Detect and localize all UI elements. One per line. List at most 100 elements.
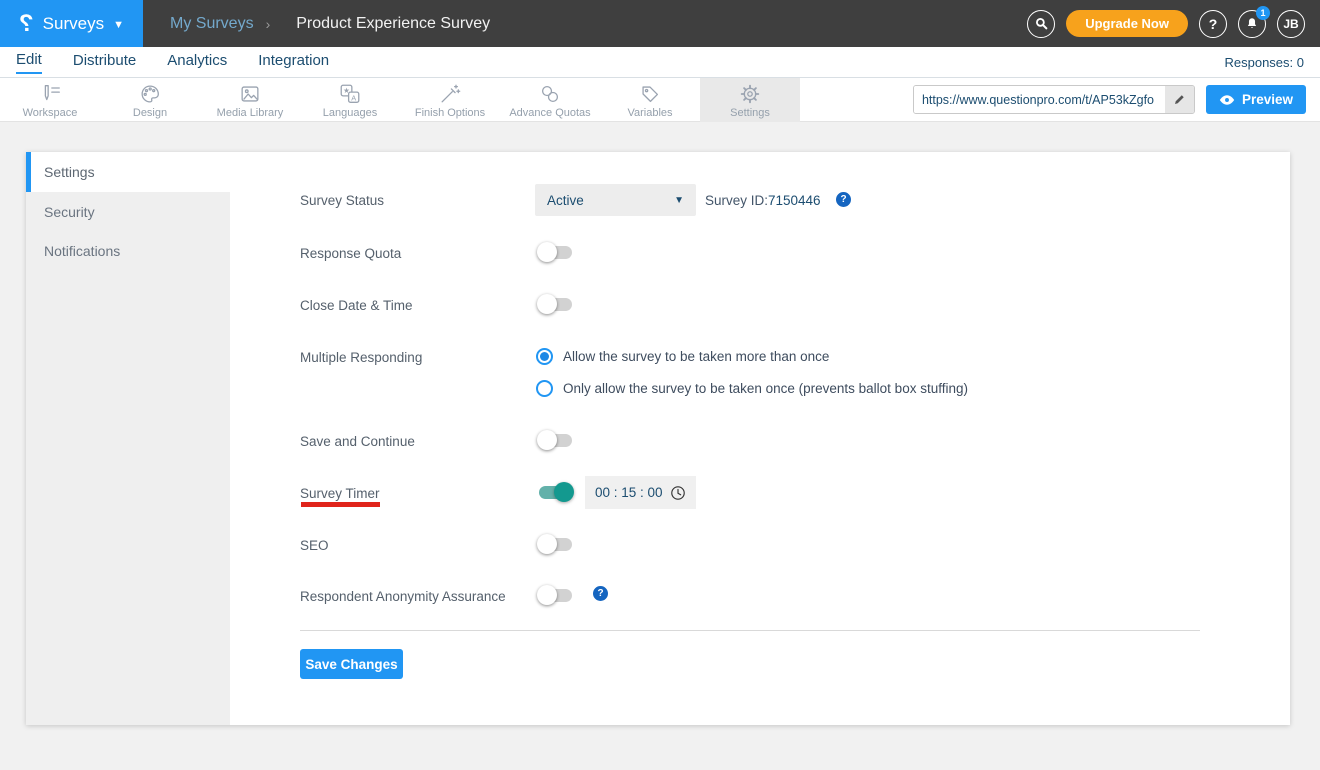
save-changes-button[interactable]: Save Changes <box>300 649 403 679</box>
toolbar-item-finish-options[interactable]: Finish Options <box>400 78 500 122</box>
eye-icon <box>1219 94 1235 105</box>
close-date-toggle[interactable] <box>537 294 572 314</box>
toolbar-item-variables[interactable]: Variables <box>600 78 700 122</box>
design-icon <box>141 85 159 102</box>
response-quota-toggle[interactable] <box>537 242 572 262</box>
sidebar-item-security[interactable]: Security <box>26 192 230 231</box>
clock-icon <box>671 485 685 500</box>
preview-button[interactable]: Preview <box>1205 85 1306 114</box>
annotation-red-underline <box>301 502 380 507</box>
settings-panel: Settings Security Notifications Survey S… <box>26 152 1290 725</box>
radio-label: Allow the survey to be taken more than o… <box>563 349 830 364</box>
anonymity-toggle[interactable] <box>537 585 572 605</box>
settings-form: Survey Status Active ▼ Survey ID: 715044… <box>230 152 1290 725</box>
tab-integration[interactable]: Integration <box>258 52 329 73</box>
chevron-down-icon: ▼ <box>113 18 124 31</box>
toolbar-label: Settings <box>730 106 770 119</box>
sidebar-item-notifications[interactable]: Notifications <box>26 231 230 270</box>
upgrade-now-button[interactable]: Upgrade Now <box>1066 10 1188 37</box>
survey-id-value: 7150446 <box>768 193 821 208</box>
survey-status-label: Survey Status <box>300 193 385 208</box>
avatar-initials: JB <box>1283 16 1299 31</box>
pencil-icon <box>1174 95 1184 104</box>
section-tabs: Edit Distribute Analytics Integration Re… <box>0 47 1320 78</box>
search-button[interactable] <box>1027 9 1056 38</box>
radio-only-once[interactable]: Only allow the survey to be taken once (… <box>536 380 968 397</box>
advance-quotas-icon <box>541 85 559 102</box>
survey-timer-label: Survey Timer <box>300 486 380 501</box>
toolbar-item-design[interactable]: Design <box>100 78 200 122</box>
sidebar-item-label: Notifications <box>44 242 121 259</box>
toolbar-item-settings[interactable]: Settings <box>700 78 800 122</box>
anonymity-help-icon[interactable]: ? <box>593 586 608 601</box>
sidebar-item-label: Security <box>44 203 95 220</box>
finish-options-icon <box>441 84 461 102</box>
toolbar-label: Finish Options <box>414 106 486 119</box>
toolbar-label: Media Library <box>216 106 284 119</box>
toolbar-label: Languages <box>322 106 378 119</box>
breadcrumb-my-surveys[interactable]: My Surveys <box>170 15 254 33</box>
form-divider <box>300 630 1200 631</box>
breadcrumb-separator: › <box>265 15 271 32</box>
page-title: Product Experience Survey <box>296 14 491 32</box>
anonymity-label: Respondent Anonymity Assurance <box>300 589 506 604</box>
toolbar-item-languages[interactable]: ★ A Languages <box>300 78 400 122</box>
radio-allow-multiple[interactable]: Allow the survey to be taken more than o… <box>536 348 829 365</box>
response-quota-label: Response Quota <box>300 246 402 261</box>
survey-timer-value: 00 : 15 : 00 <box>595 485 663 500</box>
survey-url-box <box>912 85 1195 114</box>
edit-toolbar: Workspace Design Media Library ★ A Langu… <box>0 78 1320 122</box>
edit-url-button[interactable] <box>1164 86 1194 113</box>
questionpro-logo-icon: ? <box>19 9 34 37</box>
survey-timer-toggle[interactable] <box>539 482 574 502</box>
product-label: Surveys <box>42 13 105 33</box>
survey-url-input[interactable] <box>913 86 1165 113</box>
radio-unselected-icon <box>536 380 553 397</box>
toolbar-item-workspace[interactable]: Workspace <box>0 78 100 122</box>
toolbar-label: Design <box>132 106 168 119</box>
svg-text:A: A <box>351 93 356 102</box>
sidebar-item-settings[interactable]: Settings <box>26 152 230 192</box>
product-switcher[interactable]: ? Surveys ▼ <box>0 0 143 47</box>
responses-count: Responses: 0 <box>1224 54 1305 70</box>
settings-gear-icon <box>740 84 760 103</box>
settings-sidebar: Settings Security Notifications <box>26 152 230 725</box>
survey-timer-input[interactable]: 00 : 15 : 00 <box>585 476 696 509</box>
survey-status-select[interactable]: Active ▼ <box>535 184 696 216</box>
multiple-responding-label: Multiple Responding <box>300 350 423 365</box>
save-continue-label: Save and Continue <box>300 434 415 449</box>
avatar[interactable]: JB <box>1277 9 1305 38</box>
toolbar-label: Variables <box>627 106 673 119</box>
media-library-icon <box>241 85 259 102</box>
help-button[interactable]: ? <box>1199 9 1227 38</box>
notifications-button[interactable]: 1 <box>1238 5 1270 38</box>
survey-id-label: Survey ID: <box>705 193 769 208</box>
chevron-down-icon: ▼ <box>674 194 684 206</box>
variables-icon <box>642 85 659 102</box>
sidebar-item-label: Settings <box>44 164 95 180</box>
bell-icon <box>1247 18 1257 28</box>
tab-analytics[interactable]: Analytics <box>167 52 227 73</box>
topbar-actions: Upgrade Now ? 1 JB <box>1027 5 1320 38</box>
save-continue-toggle[interactable] <box>537 430 572 450</box>
seo-toggle[interactable] <box>537 534 572 554</box>
toolbar-right: Preview <box>912 78 1320 121</box>
radio-label: Only allow the survey to be taken once (… <box>563 381 968 396</box>
tab-distribute[interactable]: Distribute <box>73 52 136 73</box>
radio-selected-icon <box>536 348 553 365</box>
survey-id-help-icon[interactable]: ? <box>836 192 851 207</box>
close-date-label: Close Date & Time <box>300 298 413 313</box>
toolbar-label: Advance Quotas <box>509 106 591 119</box>
preview-label: Preview <box>1241 92 1293 107</box>
question-mark-icon: ? <box>1208 15 1218 32</box>
top-bar: ? Surveys ▼ My Surveys › Product Experie… <box>0 0 1320 47</box>
languages-icon: ★ A <box>340 84 360 103</box>
svg-text:★: ★ <box>343 86 350 95</box>
workspace-icon <box>44 84 60 100</box>
search-icon <box>1035 18 1048 30</box>
breadcrumb: My Surveys › Product Experience Survey <box>170 15 490 33</box>
tab-edit[interactable]: Edit <box>16 51 42 74</box>
toolbar-label: Workspace <box>22 106 78 119</box>
toolbar-item-advance-quotas[interactable]: Advance Quotas <box>500 78 600 122</box>
toolbar-item-media-library[interactable]: Media Library <box>200 78 300 122</box>
